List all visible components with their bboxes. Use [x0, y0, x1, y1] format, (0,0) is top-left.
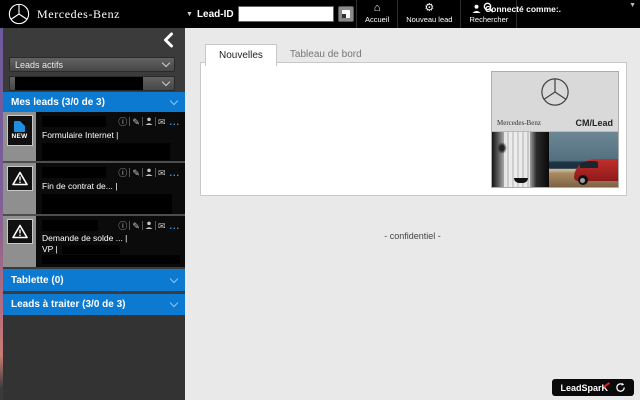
lead-filter-value: Leads actifs: [15, 59, 64, 70]
card-product-label: CM/Lead: [575, 118, 613, 128]
lead-id-caret-icon[interactable]: ▼: [186, 11, 193, 18]
info-icon[interactable]: ⓘ: [118, 168, 127, 178]
nav-accueil[interactable]: ⌂ Accueil: [356, 0, 397, 28]
warning-icon: [11, 224, 28, 239]
lead-id-search-button[interactable]: [337, 6, 354, 22]
card-brand-label: Mercedes-Benz: [497, 119, 541, 127]
lead-row-2[interactable]: ⓘ ✎ ✉ ... Fin de contrat de... |: [3, 163, 185, 216]
section-mes-leads[interactable]: Mes leads (3/0 de 3): [3, 92, 185, 112]
mail-icon[interactable]: ✉: [158, 117, 166, 127]
promo-card[interactable]: Mercedes-Benz CM/Lead: [491, 71, 619, 188]
chevron-down-icon: [161, 58, 171, 68]
lead-list: NEW ⓘ ✎ ✉ ... Formulaire Internet | ⓘ ✎ …: [3, 112, 185, 267]
edit-icon[interactable]: ✎: [132, 221, 140, 231]
lead-id-label: Lead-ID: [196, 8, 234, 20]
person-icon: [472, 4, 481, 13]
mercedes-star-icon: [541, 78, 569, 106]
lead-row-1[interactable]: NEW ⓘ ✎ ✉ ... Formulaire Internet |: [3, 112, 185, 163]
home-icon: ⌂: [373, 2, 381, 14]
chevron-down-icon: [169, 274, 179, 283]
mail-icon[interactable]: ✉: [158, 221, 166, 231]
lead-details-redacted: [42, 194, 172, 214]
contact-icon[interactable]: [145, 117, 153, 127]
top-bar: Mercedes-Benz ▼ Lead-ID ⌂ Accueil ⚙ Nouv…: [0, 0, 640, 28]
more-icon[interactable]: ...: [169, 221, 180, 231]
confidential-note: - confidentiel -: [384, 231, 441, 241]
section-tablette[interactable]: Tablette (0): [3, 269, 185, 291]
chevron-left-icon[interactable]: [161, 32, 177, 48]
plant-decoration: [496, 141, 507, 154]
warning-icon: [11, 171, 28, 186]
promo-photo: [492, 132, 618, 187]
chevron-down-icon: [161, 77, 171, 87]
sidebar-empty-area: [3, 315, 185, 400]
interior-photo: [492, 132, 549, 187]
lead-id-input[interactable]: [237, 6, 334, 22]
contact-icon[interactable]: [145, 168, 153, 178]
new-document-icon: [14, 121, 25, 132]
leadspark-label: LeadSparK: [560, 382, 608, 393]
lead-status-box: NEW: [6, 115, 33, 146]
lead-details-redacted: [42, 143, 170, 160]
lead-status-box: [6, 219, 33, 244]
tab-nouvelles[interactable]: Nouvelles: [205, 44, 277, 66]
section-leads-a-traiter[interactable]: Leads à traiter (3/0 de 3): [3, 294, 185, 315]
lead-filter-select[interactable]: Leads actifs: [9, 57, 175, 72]
info-icon[interactable]: ⓘ: [118, 221, 127, 231]
lead-source: Fin de contrat de... |: [42, 181, 118, 191]
user-menu[interactable]: Connecté comme:.: [472, 0, 561, 28]
new-badge: NEW: [11, 133, 28, 140]
nav-nouveau-lead[interactable]: ⚙ Nouveau lead: [397, 0, 460, 28]
dealer-select[interactable]: [9, 76, 175, 91]
main-content: Nouvelles Tableau de bord Mercedes-Benz …: [185, 28, 640, 400]
lead-status-box: [6, 166, 33, 191]
edit-icon[interactable]: ✎: [132, 168, 140, 178]
more-icon[interactable]: ...: [169, 168, 180, 178]
more-icon[interactable]: ...: [169, 117, 180, 127]
go-icon: [341, 10, 350, 18]
redacted-value: [15, 77, 143, 90]
contact-icon[interactable]: [145, 221, 153, 231]
mercedes-star-icon: [8, 3, 30, 25]
lead-name-redacted: [42, 116, 106, 127]
chevron-down-icon: [169, 298, 179, 308]
mail-icon[interactable]: ✉: [158, 168, 166, 178]
lead-source: Demande de solde ... |: [42, 233, 128, 243]
chevron-down-icon: [169, 96, 179, 105]
lead-name-redacted: [42, 167, 106, 178]
redacted-value: [61, 244, 120, 254]
red-car: [573, 159, 618, 185]
lead-source: Formulaire Internet |: [42, 130, 119, 140]
brand-title: Mercedes-Benz: [37, 7, 121, 21]
leadspark-logo-button[interactable]: LeadSparK: [552, 379, 634, 396]
lead-name-redacted: [42, 220, 98, 231]
connected-as-label: Connecté comme:.: [485, 4, 562, 14]
gear-icon: ⚙: [424, 2, 435, 14]
lead-vehicle-label: VP |: [42, 244, 58, 254]
refresh-icon: [616, 382, 625, 392]
car-photo: [548, 132, 618, 187]
news-panel: Mercedes-Benz CM/Lead: [200, 62, 627, 196]
edit-icon[interactable]: ✎: [132, 117, 140, 127]
lead-details-redacted: [42, 255, 180, 264]
lead-row-3[interactable]: ⓘ ✎ ✉ ... Demande de solde ... | VP |: [3, 216, 185, 267]
sidebar: Leads actifs Mes leads (3/0 de 3) NEW ⓘ …: [3, 28, 185, 400]
caret-down-icon[interactable]: ▼: [629, 2, 636, 9]
info-icon[interactable]: ⓘ: [118, 117, 127, 127]
bowl-decoration: [513, 178, 528, 183]
